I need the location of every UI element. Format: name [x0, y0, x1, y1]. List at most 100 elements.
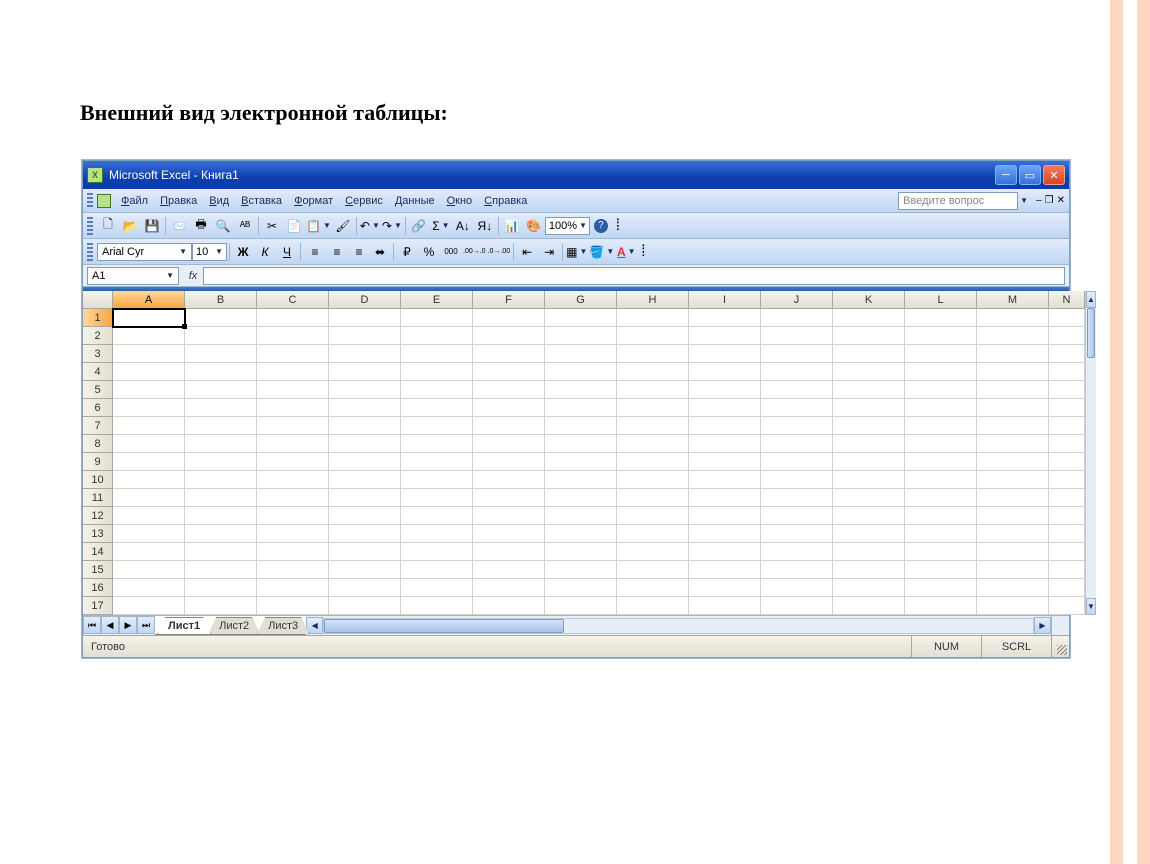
cell[interactable] [473, 399, 545, 417]
cell[interactable] [1049, 399, 1085, 417]
cell[interactable] [329, 471, 401, 489]
cell[interactable] [689, 471, 761, 489]
cell[interactable] [401, 489, 473, 507]
cell[interactable] [185, 507, 257, 525]
cell[interactable] [689, 417, 761, 435]
cell[interactable] [905, 597, 977, 615]
cell[interactable] [113, 489, 185, 507]
row-header[interactable]: 9 [83, 453, 113, 471]
cell[interactable] [833, 597, 905, 615]
cell[interactable] [689, 489, 761, 507]
cell[interactable] [1049, 471, 1085, 489]
cell[interactable] [761, 507, 833, 525]
cell[interactable] [545, 507, 617, 525]
cell[interactable] [617, 399, 689, 417]
cell[interactable] [617, 417, 689, 435]
close-button[interactable]: ✕ [1043, 165, 1065, 185]
cell[interactable] [473, 417, 545, 435]
cell[interactable] [833, 399, 905, 417]
menu-item-правка[interactable]: Правка [154, 193, 203, 209]
help-dropdown-icon[interactable]: ▼ [1020, 196, 1028, 205]
cell[interactable] [473, 327, 545, 345]
cell[interactable] [545, 597, 617, 615]
cell[interactable] [833, 543, 905, 561]
cell[interactable] [257, 579, 329, 597]
cell[interactable] [1049, 309, 1085, 327]
align-left-icon[interactable] [303, 241, 325, 263]
cell[interactable] [905, 471, 977, 489]
horizontal-scrollbar[interactable]: ◀ ▶ [306, 616, 1051, 635]
cell[interactable] [329, 597, 401, 615]
cell[interactable] [257, 435, 329, 453]
row-header[interactable]: 6 [83, 399, 113, 417]
row-header[interactable]: 4 [83, 363, 113, 381]
column-header[interactable]: D [329, 291, 401, 308]
cell[interactable] [473, 561, 545, 579]
cell[interactable] [545, 345, 617, 363]
cell[interactable] [1049, 543, 1085, 561]
cell[interactable] [977, 435, 1049, 453]
cell[interactable] [761, 489, 833, 507]
cell[interactable] [329, 345, 401, 363]
cell[interactable] [905, 381, 977, 399]
cell[interactable] [977, 417, 1049, 435]
italic-icon[interactable] [254, 241, 276, 263]
cell[interactable] [1049, 363, 1085, 381]
borders-icon[interactable]: ▼ [565, 241, 588, 263]
sort-desc-icon[interactable] [474, 215, 496, 237]
scroll-track[interactable] [1086, 308, 1096, 598]
mdi-restore-button[interactable]: ❐ [1045, 195, 1054, 206]
cell[interactable] [1049, 345, 1085, 363]
row-header[interactable]: 2 [83, 327, 113, 345]
cell[interactable] [113, 507, 185, 525]
cell[interactable] [545, 543, 617, 561]
cell[interactable] [905, 417, 977, 435]
cell[interactable] [761, 579, 833, 597]
column-header[interactable]: E [401, 291, 473, 308]
sort-asc-icon[interactable] [452, 215, 474, 237]
toolbar-grip[interactable] [87, 217, 93, 235]
copy-icon[interactable] [283, 215, 305, 237]
column-header[interactable]: N [1049, 291, 1085, 308]
cell[interactable] [545, 489, 617, 507]
cell[interactable] [257, 327, 329, 345]
cell[interactable] [473, 597, 545, 615]
chart-wizard-icon[interactable] [501, 215, 523, 237]
cell[interactable] [977, 579, 1049, 597]
cell[interactable] [761, 381, 833, 399]
tab-nav-last-icon[interactable]: ⏭ [137, 616, 155, 634]
cell[interactable] [833, 507, 905, 525]
cell[interactable] [113, 525, 185, 543]
cell[interactable] [113, 453, 185, 471]
cell[interactable] [761, 309, 833, 327]
cell[interactable] [833, 309, 905, 327]
cell[interactable] [257, 399, 329, 417]
scroll-thumb[interactable] [1087, 308, 1095, 358]
cell[interactable] [329, 417, 401, 435]
cell[interactable] [689, 561, 761, 579]
cell[interactable] [401, 363, 473, 381]
cell[interactable] [257, 543, 329, 561]
cell[interactable] [113, 309, 185, 327]
row-header[interactable]: 5 [83, 381, 113, 399]
scroll-track[interactable] [323, 618, 1034, 634]
toolbar-grip[interactable] [87, 243, 93, 261]
cell[interactable] [185, 561, 257, 579]
column-header[interactable]: F [473, 291, 545, 308]
cell[interactable] [617, 597, 689, 615]
cell[interactable] [473, 381, 545, 399]
cell[interactable] [401, 543, 473, 561]
row-header[interactable]: 15 [83, 561, 113, 579]
cell[interactable] [905, 399, 977, 417]
merge-center-icon[interactable] [369, 241, 391, 263]
print-icon[interactable] [190, 215, 212, 237]
comma-style-icon[interactable] [440, 241, 462, 263]
font-name-input[interactable]: Arial Cyr▼ [97, 243, 192, 261]
cell[interactable] [617, 525, 689, 543]
cell[interactable] [401, 417, 473, 435]
formula-input[interactable] [203, 267, 1065, 285]
cell[interactable] [761, 471, 833, 489]
column-header[interactable]: B [185, 291, 257, 308]
cell[interactable] [113, 543, 185, 561]
tab-nav-next-icon[interactable]: ▶ [119, 616, 137, 634]
